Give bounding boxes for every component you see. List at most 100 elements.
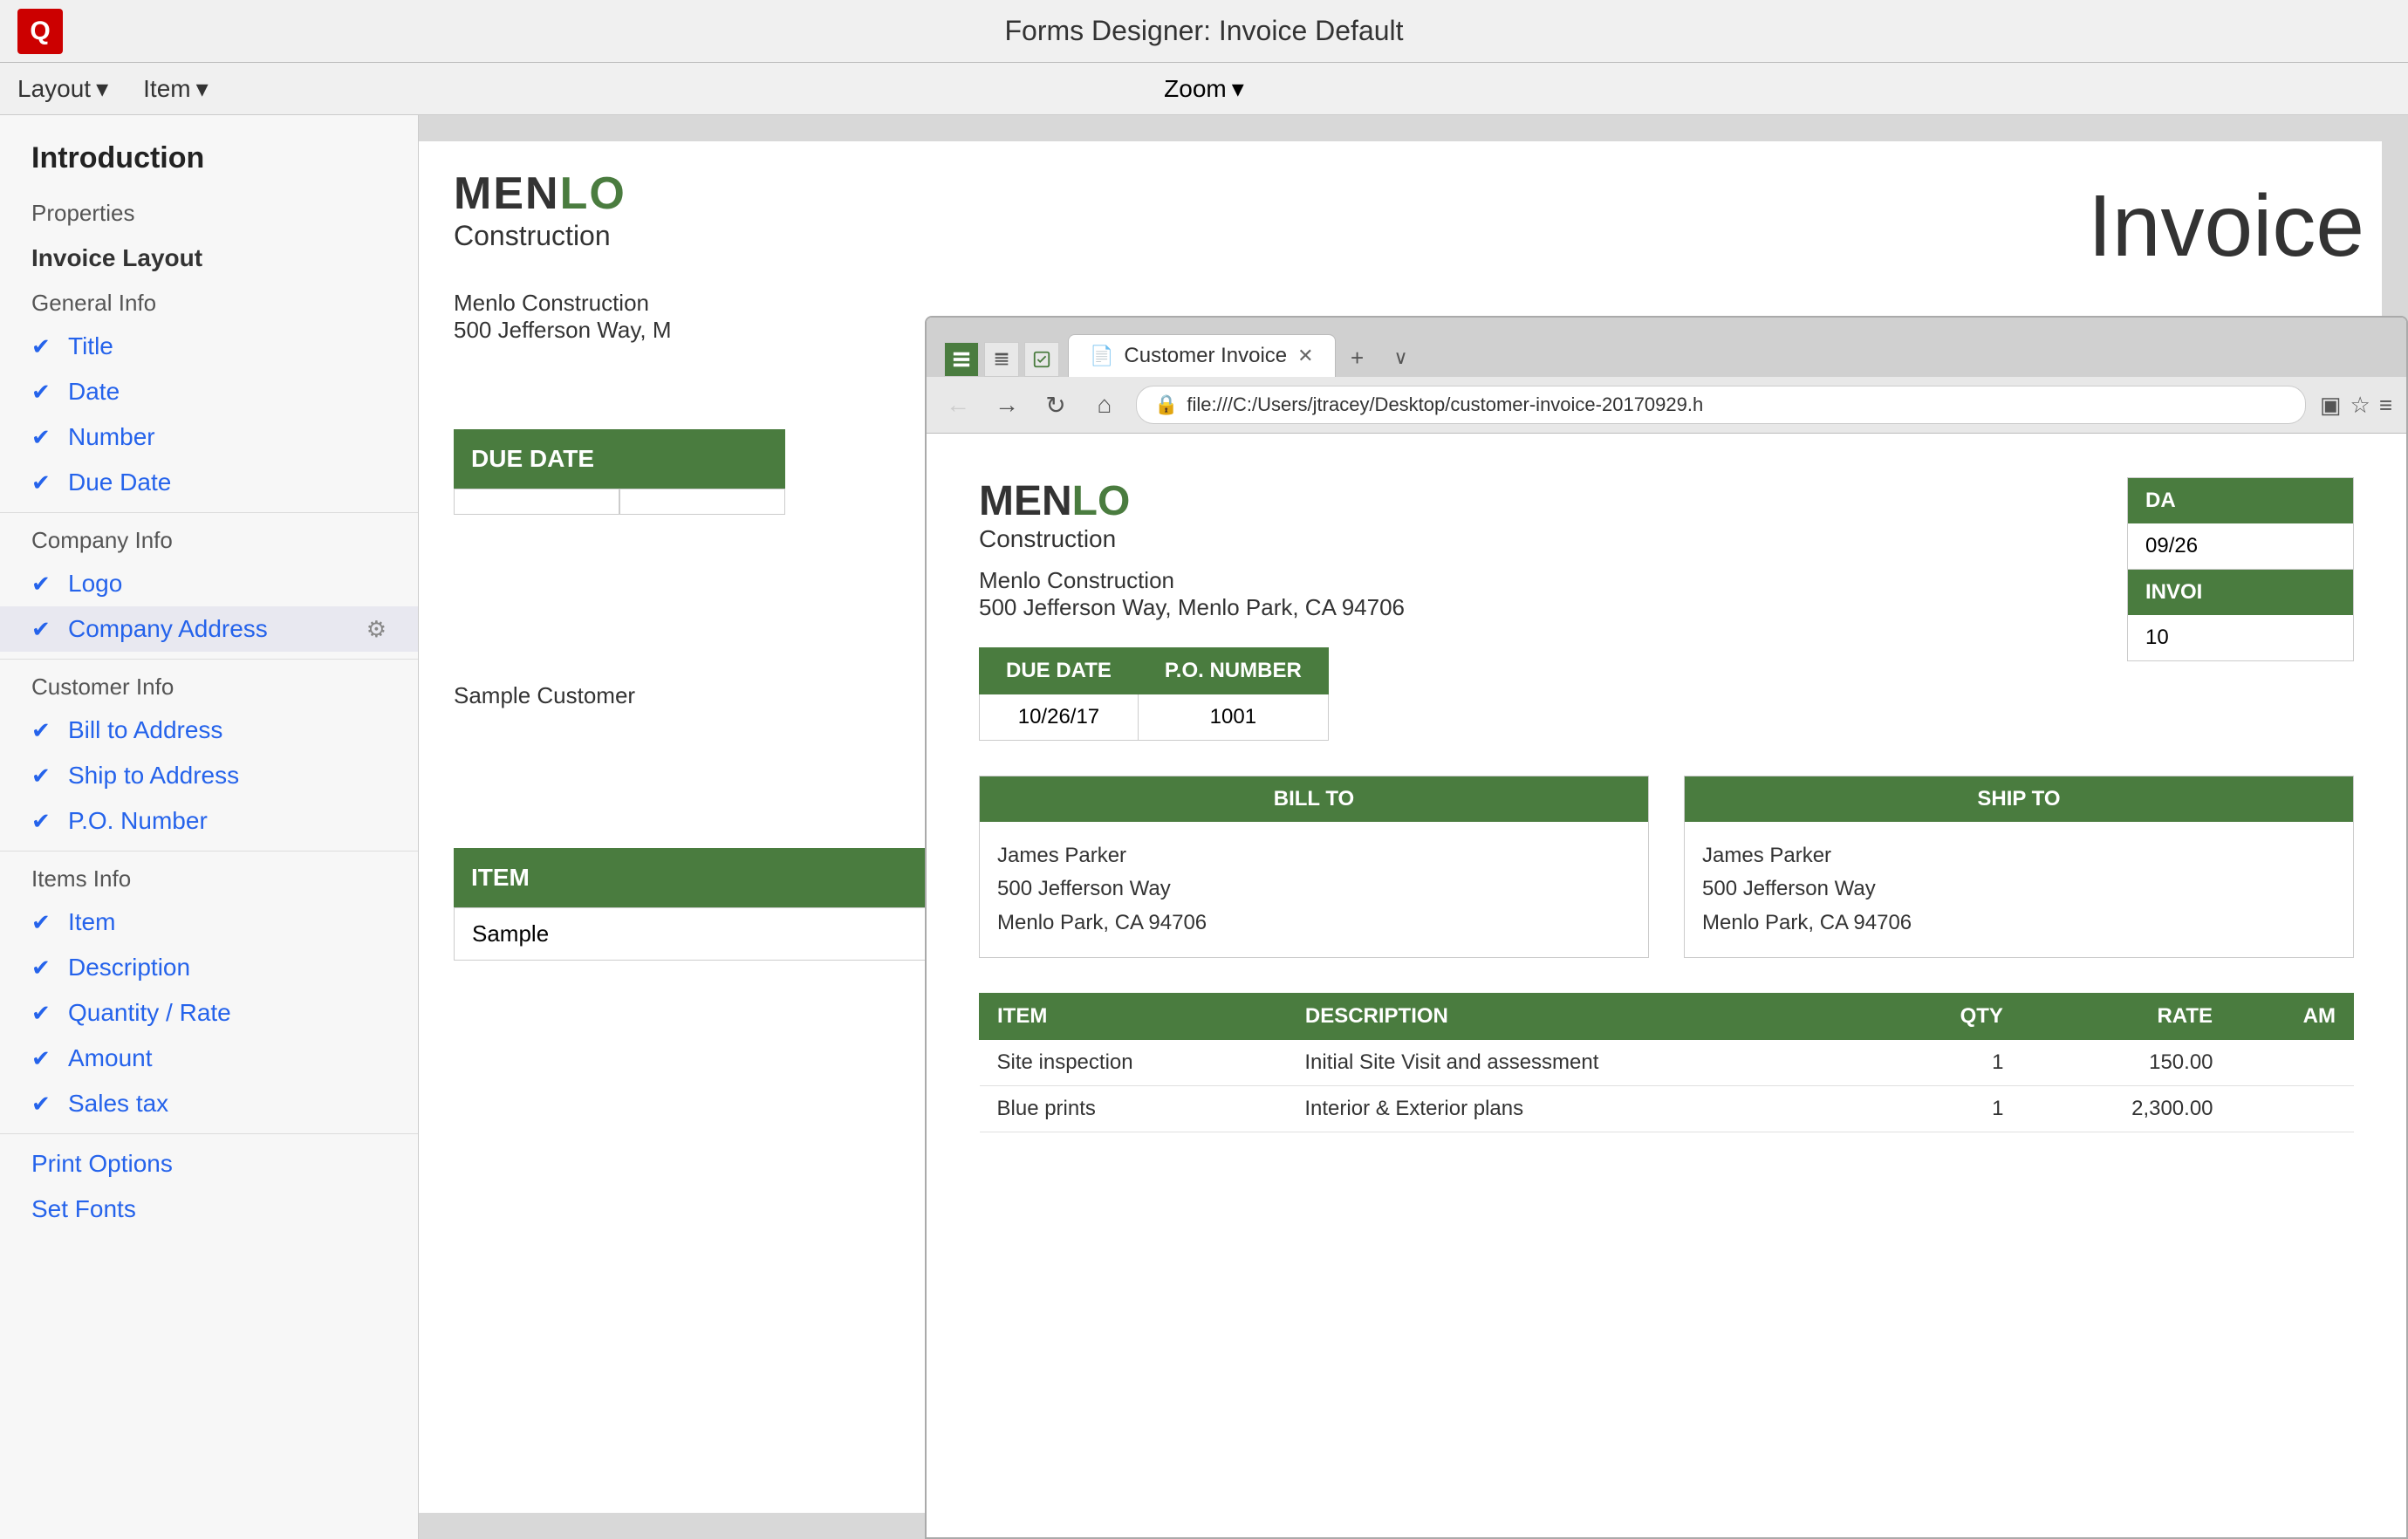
sidebar-item-qty-rate[interactable]: ✔ Quantity / Rate <box>0 990 418 1036</box>
paper-company-addr: 500 Jefferson Way, M <box>454 317 672 344</box>
zoom-menu[interactable]: Zoom ▾ <box>1164 74 1244 103</box>
invoice-ship-to-box: SHIP TO James Parker 500 Jefferson Way M… <box>1684 776 2354 958</box>
sidebar-item-set-fonts[interactable]: Set Fonts <box>0 1187 418 1232</box>
desc-cell-1: Initial Site Visit and assessment <box>1287 1040 1879 1086</box>
sidebar-items-info-label: Items Info <box>0 858 418 899</box>
invoice-due-po-table: DUE DATE P.O. NUMBER 10/26/17 1001 <box>979 647 1329 741</box>
invoice-billship: BILL TO James Parker 500 Jefferson Way M… <box>979 776 2354 958</box>
bill-to-name: James Parker <box>997 839 1631 872</box>
logo-check-icon: ✔ <box>31 571 56 598</box>
invoice-bill-to-box: BILL TO James Parker 500 Jefferson Way M… <box>979 776 1649 958</box>
reading-view-icon[interactable]: ▣ <box>2320 392 2342 419</box>
sidebar-item-description[interactable]: ✔ Description <box>0 945 418 990</box>
browser-icon-3[interactable] <box>1024 342 1059 377</box>
tab-dropdown-button[interactable]: ∨ <box>1379 339 1423 377</box>
sidebar-item-due-date[interactable]: ✔ Due Date <box>0 460 418 505</box>
url-file-icon: 🔒 <box>1154 393 1178 416</box>
browser-content: MENLO Construction Menlo Construction 50… <box>927 434 2406 1537</box>
amount-cell-2 <box>2231 1086 2354 1132</box>
sidebar-general-info-label: General Info <box>0 283 418 324</box>
ship-to-header: SHIP TO <box>1685 776 2353 822</box>
po-number-check-icon: ✔ <box>31 808 56 835</box>
browser-tab-icons <box>935 342 1068 377</box>
due-date-check-icon: ✔ <box>31 469 56 496</box>
date-value-right: 09/26 <box>2128 523 2353 570</box>
invoice-logo-text: MENLO <box>979 477 1405 525</box>
sidebar: Introduction Properties Invoice Layout G… <box>0 115 419 1539</box>
date-check-icon: ✔ <box>31 379 56 406</box>
ship-to-body: James Parker 500 Jefferson Way Menlo Par… <box>1685 822 2353 957</box>
main-layout: Introduction Properties Invoice Layout G… <box>0 115 2408 1539</box>
table-row: Blue prints Interior & Exterior plans 1 … <box>980 1086 2354 1132</box>
ship-to-name: James Parker <box>1702 839 2336 872</box>
sidebar-due-date-label: Due Date <box>68 469 171 496</box>
item-menu[interactable]: Item ▾ <box>143 74 209 103</box>
browser-tabs: 📄 Customer Invoice ✕ + ∨ <box>927 318 2406 377</box>
invoice-items-table: ITEM DESCRIPTION QTY RATE AM Site inspec… <box>979 993 2354 1132</box>
amount-cell-1 <box>2231 1040 2354 1086</box>
forward-button[interactable]: → <box>989 391 1024 419</box>
back-button[interactable]: ← <box>941 391 975 419</box>
sidebar-item-bill-to[interactable]: ✔ Bill to Address <box>0 708 418 753</box>
new-tab-button[interactable]: + <box>1336 339 1379 377</box>
sidebar-sales-tax-label: Sales tax <box>68 1090 168 1118</box>
sidebar-qty-rate-label: Quantity / Rate <box>68 999 231 1027</box>
po-number-value: 1001 <box>1138 694 1328 741</box>
sidebar-item-company-address[interactable]: ✔ Company Address ⚙ <box>0 606 418 652</box>
company-address-gear-icon[interactable]: ⚙ <box>366 616 387 643</box>
bill-to-addr2: Menlo Park, CA 94706 <box>997 906 1631 940</box>
po-number-header: P.O. NUMBER <box>1138 648 1328 694</box>
sidebar-item-item[interactable]: ✔ Item <box>0 899 418 945</box>
invoice-company-info: MENLO Construction Menlo Construction 50… <box>979 477 1405 741</box>
browser-chrome: 📄 Customer Invoice ✕ + ∨ ← → ↻ ⌂ 🔒 file: <box>927 318 2406 434</box>
invoice-header: MENLO Construction Menlo Construction 50… <box>979 477 2354 741</box>
layout-dropdown-icon: ▾ <box>96 74 108 103</box>
browser-url-actions: ▣ ☆ ≡ <box>2320 392 2392 419</box>
app-icon: Q <box>17 9 63 54</box>
item-cell-1: Site inspection <box>980 1040 1288 1086</box>
invoice-logo: MENLO Construction <box>979 477 1405 553</box>
layout-menu[interactable]: Layout ▾ <box>17 74 108 103</box>
sidebar-item-po-number[interactable]: ✔ P.O. Number <box>0 798 418 844</box>
ship-to-addr2: Menlo Park, CA 94706 <box>1702 906 2336 940</box>
paper-due-date-bar: DUE DATE <box>454 429 785 489</box>
bill-to-check-icon: ✔ <box>31 717 56 744</box>
sidebar-item-print-options[interactable]: Print Options <box>0 1141 418 1187</box>
sidebar-item-date[interactable]: ✔ Date <box>0 369 418 414</box>
invoice-company-name: Menlo Construction <box>979 567 1405 594</box>
paper-due-date-header: DUE DATE <box>454 429 785 515</box>
paper-logo-line2: Construction <box>454 220 626 252</box>
url-text: file:///C:/Users/jtracey/Desktop/custome… <box>1187 393 1703 416</box>
sidebar-invoice-layout: Invoice Layout <box>0 234 418 283</box>
paper-due-date-cell1 <box>454 489 619 515</box>
sidebar-item-amount[interactable]: ✔ Amount <box>0 1036 418 1081</box>
sidebar-item-logo[interactable]: ✔ Logo <box>0 561 418 606</box>
ship-to-addr1: 500 Jefferson Way <box>1702 872 2336 906</box>
sidebar-item-number[interactable]: ✔ Number <box>0 414 418 460</box>
refresh-button[interactable]: ↻ <box>1038 391 1073 420</box>
item-cell-2: Blue prints <box>980 1086 1288 1132</box>
sidebar-item-sales-tax[interactable]: ✔ Sales tax <box>0 1081 418 1126</box>
browser-icon-2[interactable] <box>984 342 1019 377</box>
more-icon[interactable]: ≡ <box>2379 392 2392 419</box>
tab-favicon-icon: 📄 <box>1090 345 1113 367</box>
content-area: Invoice MENLO Construction Menlo Constru… <box>419 115 2408 1539</box>
favorites-icon[interactable]: ☆ <box>2350 392 2370 419</box>
bill-to-header: BILL TO <box>980 776 1648 822</box>
browser-icon-1[interactable] <box>944 342 979 377</box>
paper-due-date-row <box>454 489 785 515</box>
tab-close-button[interactable]: ✕ <box>1297 345 1313 367</box>
items-col-amount: AM <box>2231 994 2354 1040</box>
invoice-right-header: DA 09/26 INVOI 10 <box>2127 477 2354 661</box>
home-button[interactable]: ⌂ <box>1087 391 1122 419</box>
browser-active-tab[interactable]: 📄 Customer Invoice ✕ <box>1068 334 1336 377</box>
sidebar-item-ship-to[interactable]: ✔ Ship to Address <box>0 753 418 798</box>
browser-url-bar[interactable]: 🔒 file:///C:/Users/jtracey/Desktop/custo… <box>1136 386 2306 424</box>
invoice-header-right: INVOI <box>2128 570 2353 615</box>
qty-cell-1: 1 <box>1879 1040 2021 1086</box>
sidebar-item-title[interactable]: ✔ Title <box>0 324 418 369</box>
sidebar-bill-to-label: Bill to Address <box>68 716 222 744</box>
table-row: Site inspection Initial Site Visit and a… <box>980 1040 2354 1086</box>
titlebar-title: Forms Designer: Invoice Default <box>1004 15 1403 47</box>
amount-check-icon: ✔ <box>31 1045 56 1072</box>
